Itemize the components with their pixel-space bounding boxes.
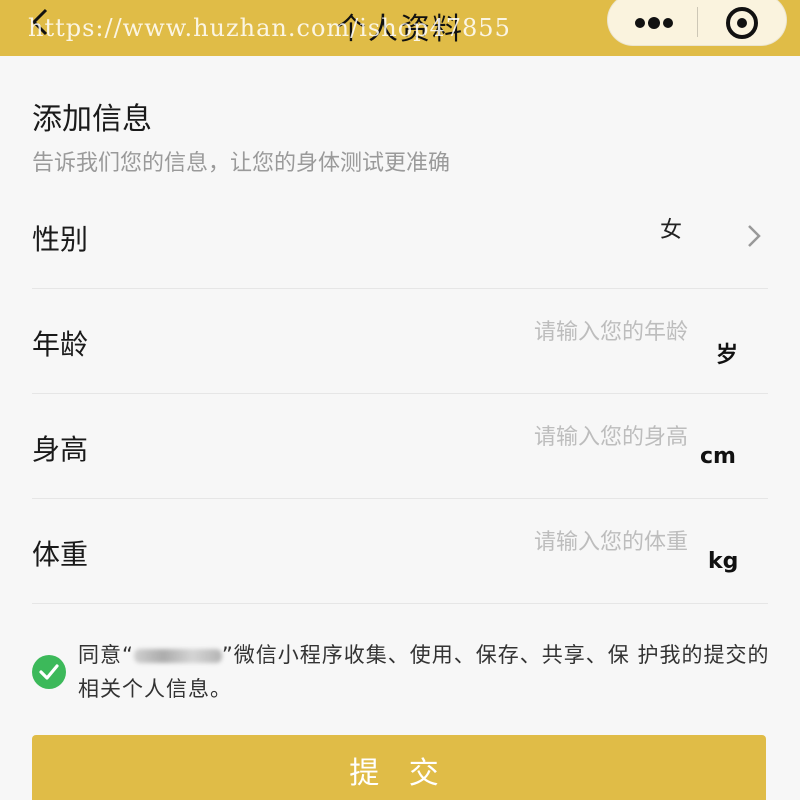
height-label: 身高 — [32, 433, 89, 466]
gender-row[interactable]: 性别 女 — [32, 184, 768, 289]
chevron-right-icon[interactable] — [744, 222, 764, 250]
age-input[interactable] — [388, 315, 688, 349]
height-input[interactable] — [388, 420, 688, 454]
gender-label: 性别 — [32, 223, 89, 256]
close-button[interactable] — [698, 0, 788, 47]
section-title: 添加信息 — [32, 102, 152, 137]
height-row: 身高 cm — [32, 394, 768, 499]
submit-button[interactable]: 提 交 — [32, 735, 766, 800]
weight-row: 体重 kg — [32, 499, 768, 604]
age-row: 年龄 岁 — [32, 289, 768, 394]
weight-unit: kg — [708, 549, 739, 574]
more-dots-icon — [635, 17, 673, 29]
mini-program-capsule — [607, 0, 787, 46]
age-unit: 岁 — [716, 343, 739, 368]
agreement-checkbox[interactable] — [32, 655, 66, 689]
gender-value: 女 — [660, 218, 683, 243]
weight-input[interactable] — [388, 525, 688, 559]
agreement: 同意“ ”微信小程序收集、使用、保存、共享、保 护我的提交的相关个人信息。 — [32, 638, 772, 708]
agreement-prefix: 同意“ — [78, 643, 134, 667]
age-label: 年龄 — [32, 328, 89, 361]
redacted-app-name — [133, 649, 222, 663]
weight-label: 体重 — [32, 538, 89, 571]
target-close-icon — [726, 7, 758, 39]
section-subtitle: 告诉我们您的信息，让您的身体测试更准确 — [32, 151, 451, 176]
top-bar: 个人资料 https://www.huzhan.com/ishop47855 — [0, 0, 800, 56]
height-unit: cm — [700, 444, 736, 469]
checkmark-icon — [39, 664, 59, 680]
agreement-text: 同意“ ”微信小程序收集、使用、保存、共享、保 护我的提交的相关个人信息。 — [78, 638, 778, 706]
more-button[interactable] — [608, 0, 697, 47]
